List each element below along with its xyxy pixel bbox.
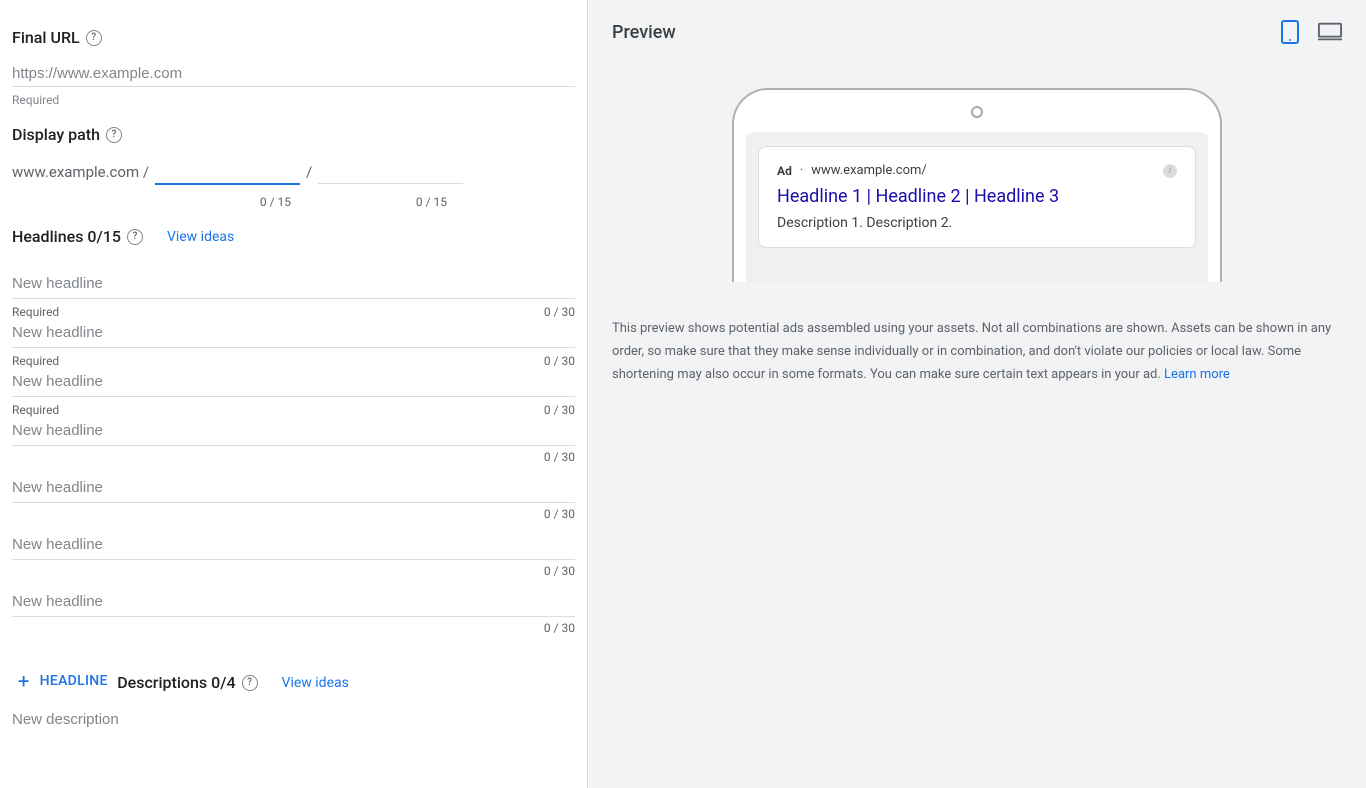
display-path-label: Display path ? bbox=[12, 125, 122, 144]
ad-preview-url: www.example.com/ bbox=[811, 163, 927, 178]
phone-screen: Ad · www.example.com/ i Headline 1 | Hea… bbox=[746, 132, 1208, 282]
final-url-input[interactable] bbox=[12, 61, 575, 87]
preview-header: Preview bbox=[612, 20, 1342, 44]
headline-input-6[interactable] bbox=[12, 534, 575, 555]
display-path-counter-2: 0 / 15 bbox=[293, 195, 449, 209]
headlines-view-ideas-link[interactable]: View ideas bbox=[167, 229, 234, 245]
info-icon[interactable]: i bbox=[1163, 164, 1177, 178]
ad-meta-row: Ad · www.example.com/ i bbox=[777, 163, 1177, 178]
headline-counter-3: 0 / 30 bbox=[544, 403, 575, 417]
headline-field-3: Required 0 / 30 bbox=[12, 371, 575, 417]
preview-panel: Preview Ad · www.example.com/ i bbox=[588, 0, 1366, 788]
headline-counter-5: 0 / 30 bbox=[12, 507, 575, 521]
final-url-label: Final URL ? bbox=[12, 28, 102, 47]
dot-separator: · bbox=[800, 163, 803, 178]
final-url-label-text: Final URL bbox=[12, 28, 80, 47]
description-field-1 bbox=[12, 709, 575, 730]
headline-field-4: 0 / 30 bbox=[12, 420, 575, 464]
ad-preview-headline: Headline 1 | Headline 2 | Headline 3 bbox=[777, 186, 1177, 207]
display-path-input-1[interactable] bbox=[155, 162, 300, 185]
display-path-counter-1: 0 / 15 bbox=[137, 195, 293, 209]
headline-counter-1: 0 / 30 bbox=[544, 305, 575, 319]
headline-field-7: 0 / 30 bbox=[12, 581, 575, 635]
headline-counter-7: 0 / 30 bbox=[12, 621, 575, 635]
headline-field-2: Required 0 / 30 bbox=[12, 322, 575, 368]
headline-input-4[interactable] bbox=[12, 420, 575, 441]
ad-preview-description: Description 1. Description 2. bbox=[777, 215, 1177, 231]
ad-preview-card: Ad · www.example.com/ i Headline 1 | Hea… bbox=[758, 146, 1196, 248]
descriptions-view-ideas-link[interactable]: View ideas bbox=[282, 675, 349, 691]
display-path-prefix: www.example.com / bbox=[12, 163, 149, 181]
headline-counter-4: 0 / 30 bbox=[12, 450, 575, 464]
help-icon[interactable]: ? bbox=[127, 229, 143, 245]
ad-editor-panel: Final URL ? Required Display path ? www.… bbox=[0, 0, 588, 788]
display-path-counters: 0 / 15 0 / 15 bbox=[12, 195, 575, 209]
descriptions-label: Descriptions 0/4 ? View ideas bbox=[117, 673, 349, 692]
help-icon[interactable]: ? bbox=[86, 30, 102, 46]
headline-input-2[interactable] bbox=[12, 322, 575, 343]
help-icon[interactable]: ? bbox=[242, 675, 258, 691]
path-separator: / bbox=[306, 163, 312, 181]
help-icon[interactable]: ? bbox=[106, 127, 122, 143]
headline-field-1: Required 0 / 30 bbox=[12, 263, 575, 319]
display-path-input-2[interactable] bbox=[318, 162, 463, 184]
phone-speaker bbox=[971, 106, 983, 118]
phone-preview-frame: Ad · www.example.com/ i Headline 1 | Hea… bbox=[732, 88, 1222, 282]
headline-input-1[interactable] bbox=[12, 273, 575, 294]
headline-input-7[interactable] bbox=[12, 591, 575, 612]
headline-required-2: Required bbox=[12, 354, 59, 368]
headline-field-6: 0 / 30 bbox=[12, 524, 575, 578]
headline-required-1: Required bbox=[12, 305, 59, 319]
headline-field-5: 0 / 30 bbox=[12, 467, 575, 521]
final-url-hint: Required bbox=[12, 93, 575, 107]
add-headline-button[interactable]: + HEADLINE bbox=[12, 667, 114, 695]
display-path-label-text: Display path bbox=[12, 125, 100, 144]
descriptions-label-text: Descriptions 0/4 bbox=[117, 673, 235, 692]
add-headline-label: HEADLINE bbox=[40, 673, 108, 689]
description-input-1[interactable] bbox=[12, 709, 575, 730]
device-toggle bbox=[1278, 20, 1342, 44]
headlines-label-text: Headlines 0/15 bbox=[12, 227, 121, 246]
preview-title: Preview bbox=[612, 22, 676, 43]
plus-icon: + bbox=[18, 671, 30, 691]
headline-input-5[interactable] bbox=[12, 477, 575, 498]
learn-more-link[interactable]: Learn more bbox=[1164, 367, 1230, 382]
desktop-icon[interactable] bbox=[1318, 20, 1342, 44]
headline-counter-2: 0 / 30 bbox=[544, 354, 575, 368]
headline-input-3[interactable] bbox=[12, 371, 575, 392]
headlines-label: Headlines 0/15 ? View ideas bbox=[12, 227, 234, 246]
headline-counter-6: 0 / 30 bbox=[12, 564, 575, 578]
preview-explainer: This preview shows potential ads assembl… bbox=[612, 318, 1342, 386]
phone-icon[interactable] bbox=[1278, 20, 1302, 44]
headline-required-3: Required bbox=[12, 403, 59, 417]
ad-badge: Ad bbox=[777, 164, 792, 178]
display-path-row: www.example.com / / bbox=[12, 162, 575, 185]
